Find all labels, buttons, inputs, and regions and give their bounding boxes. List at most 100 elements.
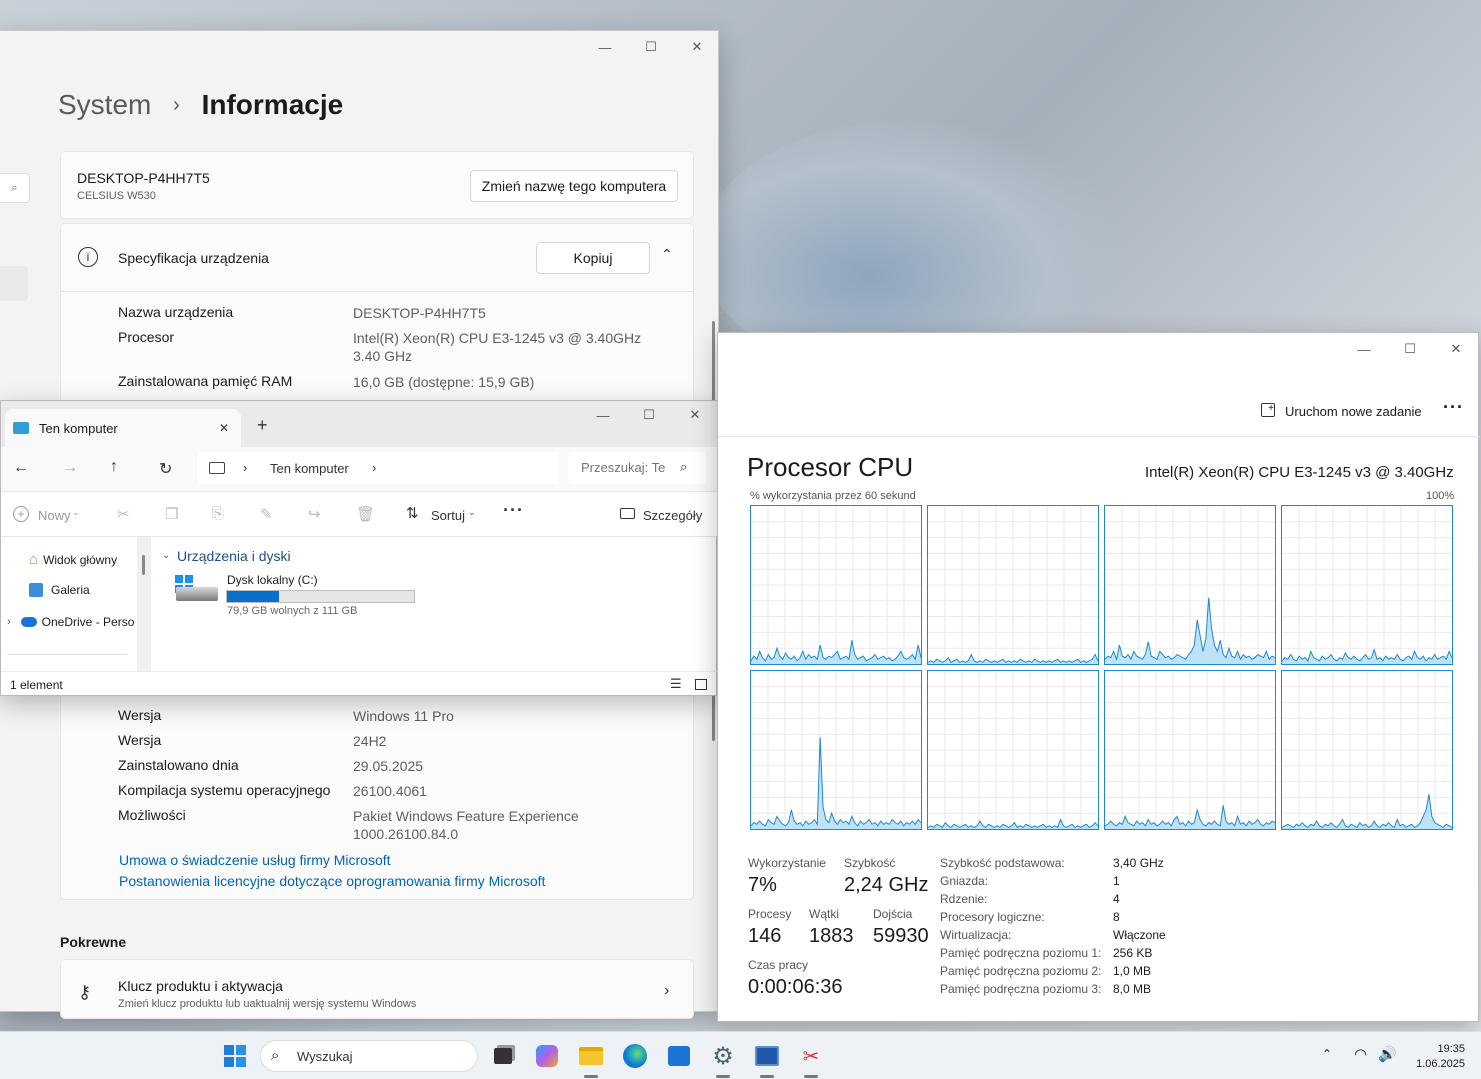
nav-item-onedrive[interactable]: › OneDrive - Perso: [7, 615, 135, 629]
minimize-icon[interactable]: —: [1341, 333, 1387, 365]
file-explorer-button[interactable]: [577, 1042, 605, 1070]
uptime-value: 0:00:06:36: [748, 976, 843, 998]
spec-value[interactable]: Pakiet Windows Feature Experience 1000.26…: [353, 807, 653, 843]
task-manager-button[interactable]: [753, 1042, 781, 1070]
chevron-up-icon[interactable]: ⌃: [661, 246, 673, 263]
maximize-icon[interactable]: ☐: [1387, 333, 1433, 365]
delete-icon[interactable]: 🗑: [356, 505, 375, 523]
services-agreement-link[interactable]: Umowa o świadczenie usług firmy Microsof…: [119, 852, 391, 868]
close-icon[interactable]: ✕: [672, 401, 718, 429]
spec-value[interactable]: 24H2: [353, 732, 653, 750]
cut-icon[interactable]: ✂: [117, 505, 130, 523]
new-button-label[interactable]: Nowy: [38, 508, 71, 523]
tiles-view-icon[interactable]: [695, 679, 707, 690]
spec-key: Nazwa urządzenia: [118, 304, 234, 320]
volume-icon[interactable]: 🔊: [1378, 1045, 1397, 1063]
search-input[interactable]: [581, 460, 681, 475]
spec-value[interactable]: 26100.4061: [353, 782, 653, 800]
divider: [7, 654, 127, 655]
spec-value[interactable]: Windows 11 Pro: [353, 707, 653, 725]
breadcrumb-parent[interactable]: System: [58, 89, 151, 120]
up-arrow-icon[interactable]: ↑: [110, 458, 118, 476]
paste-icon[interactable]: ⎘: [212, 505, 224, 522]
minimize-icon[interactable]: —: [582, 31, 628, 63]
drive-c-item[interactable]: Dysk lokalny (C:) 79,9 GB wolnych z 111 …: [173, 573, 443, 621]
home-icon: ⌂: [29, 551, 39, 568]
explorer-tab[interactable]: Ten komputer ✕: [5, 409, 241, 447]
new-icon[interactable]: +: [13, 506, 29, 522]
sort-button-label[interactable]: Sortuj: [431, 508, 465, 523]
address-bar[interactable]: › Ten komputer ›: [197, 452, 559, 484]
license-terms-link[interactable]: Postanowienia licencyjne dotyczące oprog…: [119, 873, 545, 889]
copy-button[interactable]: Kopiuj: [536, 242, 650, 274]
cpu-core-graph: [1281, 505, 1453, 665]
spec-key: Wersja: [118, 707, 162, 723]
start-button[interactable]: [221, 1042, 249, 1070]
minimize-icon[interactable]: —: [580, 401, 626, 429]
rename-pc-button[interactable]: Zmień nazwę tego komputera: [470, 170, 678, 202]
nav-item-gallery[interactable]: Galeria: [29, 583, 90, 597]
product-key-title: Klucz produktu i aktywacja: [118, 978, 283, 994]
chevron-right-icon: ›: [664, 982, 670, 999]
close-icon[interactable]: ✕: [674, 31, 720, 63]
details-pane-icon: [620, 508, 635, 519]
chevron-right-icon[interactable]: ›: [372, 460, 376, 475]
cpu-heading: Procesor CPU: [747, 452, 914, 482]
nav-pane-scrollbar-thumb[interactable]: [142, 555, 145, 575]
key-icon: ⚷: [78, 982, 92, 1002]
spec-value[interactable]: 16,0 GB (dostępne: 15,9 GB): [353, 373, 653, 391]
collapse-chevron-icon[interactable]: ⌄: [162, 550, 170, 561]
details-button-label[interactable]: Szczegóły: [643, 508, 702, 523]
refresh-icon[interactable]: ↻: [159, 459, 172, 479]
rename-icon[interactable]: ✎: [260, 505, 273, 523]
close-icon[interactable]: ✕: [1433, 333, 1479, 365]
clock[interactable]: 19:35 1.06.2025: [1407, 1042, 1465, 1072]
nav-item-home[interactable]: ⌂ Widok główny: [29, 551, 117, 568]
snipping-tool-button[interactable]: ✂: [797, 1042, 825, 1070]
copilot-button[interactable]: [533, 1042, 561, 1070]
close-tab-icon[interactable]: ✕: [219, 421, 229, 435]
search-box[interactable]: ⌕: [568, 452, 706, 484]
sidebar-selected-item[interactable]: [0, 266, 28, 301]
more-options-icon[interactable]: ···: [1443, 397, 1464, 418]
settings-button[interactable]: ⚙: [709, 1042, 737, 1070]
taskbar-search[interactable]: ⌕ Wyszukaj: [260, 1040, 478, 1072]
info-icon: i: [78, 247, 98, 267]
expand-chevron-icon[interactable]: ›: [7, 616, 11, 628]
details-view-icon[interactable]: ☰: [670, 676, 682, 692]
back-arrow-icon[interactable]: ←: [13, 459, 29, 477]
forward-arrow-icon[interactable]: →: [62, 459, 78, 477]
cpu-spec-value: 4: [1113, 892, 1120, 906]
edge-button[interactable]: [621, 1042, 649, 1070]
drive-usage-fill: [227, 591, 280, 602]
maximize-icon[interactable]: ☐: [628, 31, 674, 63]
copilot-icon: [536, 1045, 558, 1067]
more-options-icon[interactable]: ···: [503, 500, 524, 521]
maximize-icon[interactable]: ☐: [626, 401, 672, 429]
search-icon: ⌕: [680, 459, 688, 474]
run-new-task-button[interactable]: Uruchom nowe zadanie: [1285, 404, 1422, 419]
group-title[interactable]: Urządzenia i dyski: [177, 548, 291, 564]
new-tab-icon[interactable]: +: [257, 415, 268, 436]
wifi-icon[interactable]: ◠: [1354, 1045, 1367, 1063]
chevron-up-icon[interactable]: ⌃: [1322, 1047, 1332, 1061]
store-button[interactable]: [665, 1042, 693, 1070]
status-bar: 1 element ☰: [1, 671, 718, 697]
spec-value[interactable]: DESKTOP-P4HH7T5: [353, 304, 653, 322]
cpu-core-graph: [927, 670, 1099, 830]
share-icon[interactable]: ↪: [308, 505, 321, 523]
cpu-core-graph-svg: [1281, 671, 1453, 829]
product-key-card[interactable]: ⚷ Klucz produktu i aktywacja Zmień klucz…: [60, 959, 694, 1019]
taskbar: ⌕ Wyszukaj ⚙ ✂ ⌃ ◠ 🔊 19:35 1.06.2025: [0, 1031, 1481, 1079]
spec-value-line2: 1000.26100.84.0: [353, 826, 459, 842]
spec-value[interactable]: 29.05.2025: [353, 757, 653, 775]
task-view-button[interactable]: [489, 1042, 517, 1070]
sort-icon[interactable]: ⇅: [406, 504, 419, 522]
breadcrumb-this-pc[interactable]: Ten komputer: [270, 461, 349, 476]
clock-time: 19:35: [1437, 1043, 1465, 1055]
tab-title: Ten komputer: [39, 420, 118, 436]
spec-value[interactable]: Intel(R) Xeon(R) CPU E3-1245 v3 @ 3.40GH…: [353, 329, 653, 365]
copy-icon[interactable]: ❐: [165, 505, 178, 523]
sidebar-search[interactable]: ⌕: [0, 173, 30, 203]
nav-pane-scrollbar-track[interactable]: [137, 537, 151, 671]
